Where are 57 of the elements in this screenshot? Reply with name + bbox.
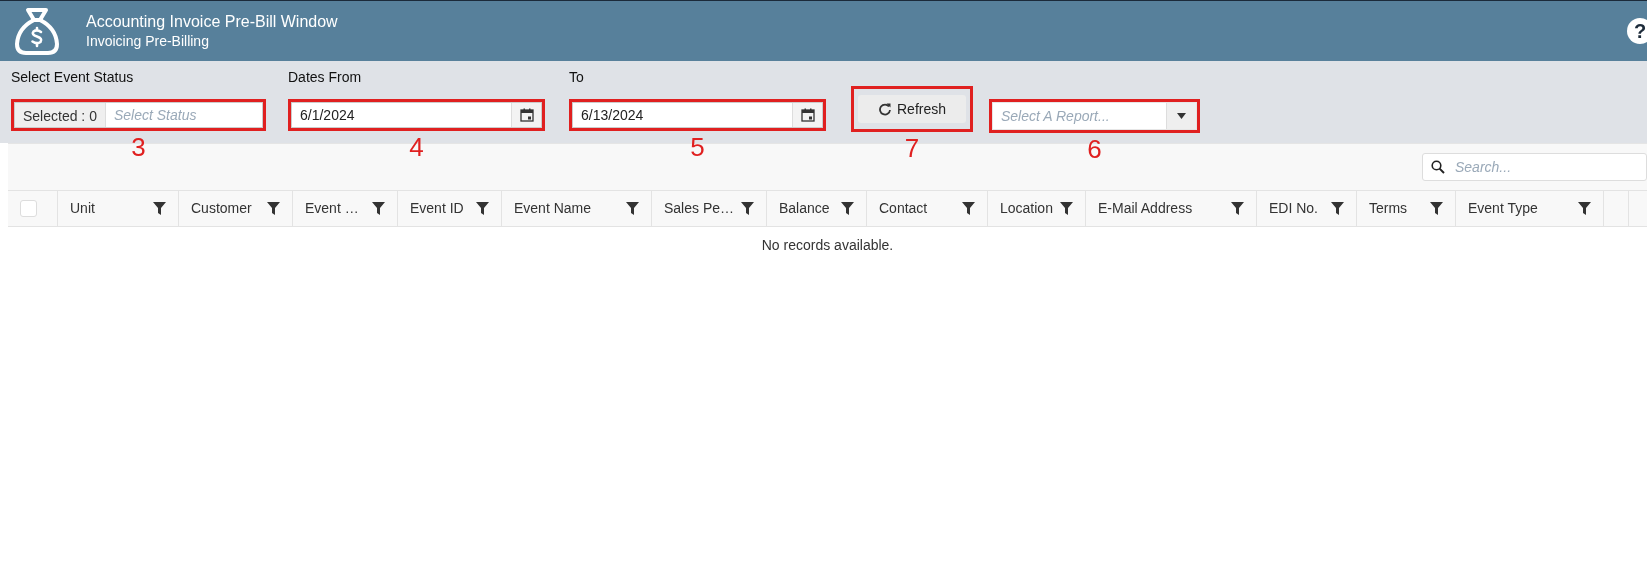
filter-icon[interactable] [741,202,754,215]
date-input[interactable]: 6/1/2024 [292,103,511,127]
money-bag-icon [12,6,62,56]
filter-icon[interactable] [962,202,975,215]
filter-icon[interactable] [1231,202,1244,215]
filter-icon[interactable] [1430,202,1443,215]
refresh-button[interactable]: Refresh [858,95,966,123]
report-dropdown[interactable]: Select A Report... [992,102,1197,130]
date-field[interactable]: 6/1/2024 [291,102,542,128]
filter-icon[interactable] [1060,202,1073,215]
column-header[interactable]: Terms [1357,191,1456,226]
field-label: To [569,68,585,87]
column-header[interactable]: Event … [293,191,398,226]
column-header[interactable]: Sales Pe… [652,191,767,226]
status-select[interactable]: Selected : 0 Select Status [14,102,263,128]
select-all-checkbox[interactable] [20,200,37,217]
window-title: Accounting Invoice Pre-Bill Window [86,12,338,32]
status-field[interactable]: Select Status [105,103,262,127]
field-label: Dates From [288,68,363,87]
column-header[interactable]: Balance [767,191,867,226]
search-icon [1431,160,1445,174]
selected-count: Selected : 0 [15,103,106,127]
filter-icon[interactable] [1331,202,1344,215]
column-header[interactable]: EDI No. [1257,191,1357,226]
filter-icon[interactable] [476,202,489,215]
annotation-number: 3 [131,132,146,162]
help-button[interactable]: ? [1627,18,1647,44]
calendar-icon [800,108,815,122]
annotation-number: 5 [690,132,705,162]
filter-icon[interactable] [153,202,166,215]
search-field[interactable]: Search... [1422,153,1647,181]
column-header[interactable]: Customer [179,191,293,226]
filter-icon[interactable] [626,202,639,215]
column-header[interactable]: Contact [867,191,988,226]
caret-icon [1177,113,1186,119]
filter-icon[interactable] [841,202,854,215]
window-subtitle: Invoicing Pre-Billing [86,32,210,50]
column-header[interactable]: Event Name [502,191,652,226]
report-input[interactable]: Select A Report... [993,103,1166,129]
column-header[interactable]: Event Type [1456,191,1604,226]
column-header[interactable]: Unit [58,191,179,226]
annotation-number: 4 [409,132,424,162]
date-input[interactable]: 6/13/2024 [573,103,792,127]
filter-icon[interactable] [372,202,385,215]
refresh-icon [878,102,892,116]
search-input[interactable]: Search... [1453,155,1646,179]
empty-message: No records available. [761,237,894,253]
date-field[interactable]: 6/13/2024 [572,102,823,128]
filter-icon[interactable] [1578,202,1591,215]
field-label: Select Event Status [11,68,135,87]
calendar-icon [519,108,534,122]
filter-icon[interactable] [267,202,280,215]
annotation-number: 7 [904,133,920,163]
column-header[interactable]: Location [988,191,1086,226]
column-header[interactable]: E-Mail Address [1086,191,1257,226]
annotation-number: 6 [1087,134,1102,164]
column-header[interactable]: Event ID [398,191,502,226]
